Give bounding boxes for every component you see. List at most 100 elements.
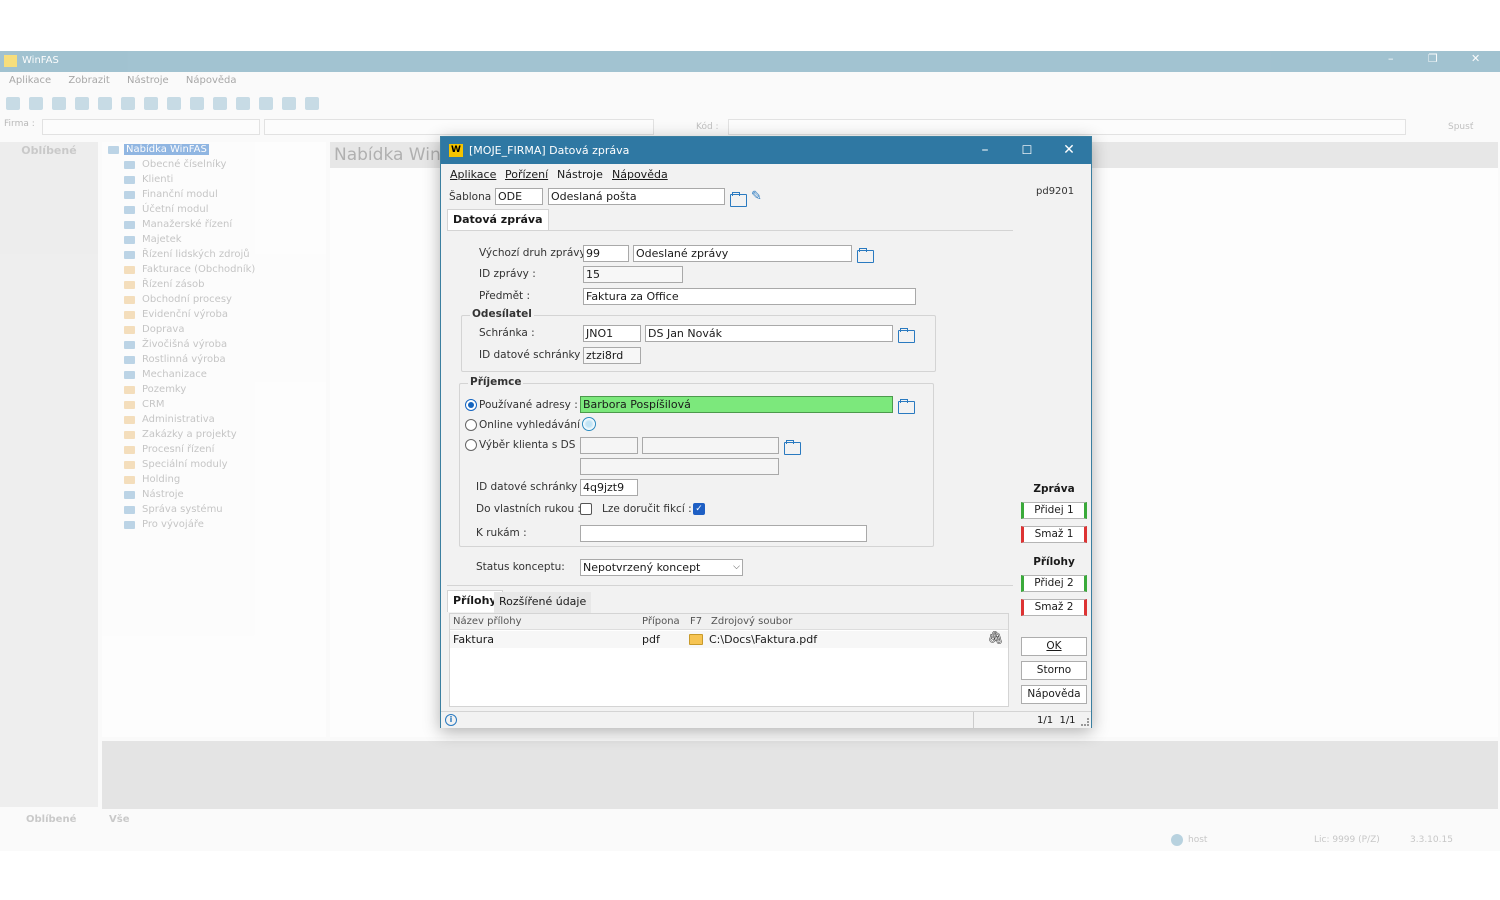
col-zdroj[interactable]: Zdrojový soubor [711,616,792,627]
pridej-zprava-button[interactable]: Přidej 1 [1021,502,1087,519]
sablona-name-input[interactable]: Odeslaná pošta [548,188,725,205]
tree-item[interactable]: Klienti [102,172,326,187]
main-restore-icon[interactable]: ❐ [1428,52,1438,65]
tree-item[interactable]: CRM [102,397,326,412]
toolbar-icon[interactable] [75,97,89,110]
tree-item[interactable]: Doprava [102,322,326,337]
tree-item[interactable]: Obchodní procesy [102,292,326,307]
main-menu-zobrazit[interactable]: Zobrazit [68,75,110,86]
main-menu-napoveda[interactable]: Nápověda [186,75,237,86]
radio-vyber-klienta[interactable] [465,439,477,451]
klient-extra-input[interactable] [580,458,779,475]
toolbar-icon[interactable] [236,97,250,110]
bottom-tab-oblibene[interactable]: Oblíbené [26,814,76,825]
bottom-tab-vse[interactable]: Vše [109,814,129,825]
storno-button[interactable]: Storno [1021,661,1087,680]
sablona-folder-icon[interactable] [730,192,747,207]
smaz-prilohy-button[interactable]: Smaž 2 [1021,599,1087,616]
tree-item[interactable]: Mechanizace [102,367,326,382]
smaz-zprava-button[interactable]: Smaž 1 [1021,526,1087,543]
vlastni-rukou-checkbox[interactable] [580,503,592,515]
main-minimize-icon[interactable]: – [1388,52,1394,65]
tree-item[interactable]: Účetní modul [102,202,326,217]
tree-item[interactable]: Manažerské řízení [102,217,326,232]
vychozi-folder-icon[interactable] [857,248,874,263]
tree-item[interactable]: Pro vývojáře [102,517,326,532]
vychozi-name-input[interactable]: Odeslané zprávy [633,245,852,262]
toolbar-icon[interactable] [144,97,158,110]
resize-grip-icon[interactable] [1081,718,1089,726]
pouzivane-adresy-input[interactable]: Barbora Pospíšilová [580,396,893,413]
tree-item[interactable]: Evidenční výroba [102,307,326,322]
tree-item[interactable]: Speciální moduly [102,457,326,472]
tab-datova-zprava[interactable]: Datová zpráva [447,209,549,231]
paperclip-icon[interactable]: 🖇 [987,631,1004,646]
tree-item[interactable]: Živočišná výroba [102,337,326,352]
info-icon[interactable]: i [445,714,457,726]
folder-open-icon[interactable] [689,634,703,645]
napoveda-button[interactable]: Nápověda [1021,685,1087,704]
tree-item[interactable]: Administrativa [102,412,326,427]
toolbar-icon[interactable] [282,97,296,110]
tree-item[interactable]: Správa systému [102,502,326,517]
pridej-prilohy-button[interactable]: Přidej 2 [1021,575,1087,592]
schranka-code-input[interactable]: JNO1 [583,325,641,342]
toolbar-icon[interactable] [29,97,43,110]
k-rukam-input[interactable] [580,525,867,542]
sablona-edit-icon[interactable]: ✎ [751,189,762,204]
toolbar-icon[interactable] [6,97,20,110]
toolbar-icon[interactable] [121,97,135,110]
prijemce-id-input[interactable]: 4q9jzt9 [580,479,638,496]
tree-item[interactable]: Finanční modul [102,187,326,202]
kod-input[interactable] [728,119,1406,135]
spust-button[interactable]: Spusť [1448,122,1473,132]
menu-napoveda[interactable]: Nápověda [612,168,668,181]
vychozi-code-input[interactable]: 99 [583,245,629,262]
toolbar-icon[interactable] [190,97,204,110]
fikce-checkbox[interactable]: ✓ [693,503,705,515]
chevron-down-icon[interactable]: ⌵ [733,560,740,575]
radio-pouzivane-adresy[interactable] [465,399,477,411]
tree-item[interactable]: Majetek [102,232,326,247]
left-tab-oblibene[interactable]: Oblíbené [0,142,98,160]
toolbar-icon[interactable] [213,97,227,110]
main-close-icon[interactable]: ✕ [1471,52,1480,65]
maximize-icon[interactable]: ☐ [1007,139,1047,161]
ok-button[interactable]: OK [1021,637,1087,656]
tree-item[interactable]: Nástroje [102,487,326,502]
schranka-name-input[interactable]: DS Jan Novák [645,325,893,342]
close-icon[interactable]: ✕ [1049,139,1089,161]
sablona-code-input[interactable]: ODE [495,188,543,205]
tree-root[interactable]: Nabídka WinFAS [102,142,326,157]
klient-name-input[interactable] [642,437,779,454]
toolbar-icon[interactable] [52,97,66,110]
radio-online-vyhledavani[interactable] [465,419,477,431]
tree-item[interactable]: Fakturace (Obchodník) [102,262,326,277]
toolbar-icon[interactable] [259,97,273,110]
col-pripona[interactable]: Přípona [642,616,680,627]
col-f7[interactable]: F7 [690,616,702,627]
tree-item[interactable]: Rostlinná výroba [102,352,326,367]
table-row[interactable]: Faktura pdf C:\Docs\Faktura.pdf 🖇 [450,631,1008,648]
tree-item[interactable]: Procesní řízení [102,442,326,457]
status-konceptu-select[interactable]: Nepotvrzený koncept ⌵ [580,559,743,576]
firma-input[interactable] [42,119,260,135]
schranka-folder-icon[interactable] [898,328,915,343]
toolbar-icon[interactable] [305,97,319,110]
main-menu-nastroje[interactable]: Nástroje [127,75,169,86]
toolbar-icon[interactable] [167,97,181,110]
id-zpravy-input[interactable]: 15 [583,266,683,283]
klient-folder-icon[interactable] [784,440,801,455]
globe-icon[interactable] [582,417,596,431]
minimize-icon[interactable]: – [965,139,1005,161]
klient-code-input[interactable] [580,437,638,454]
odesilatel-id-input[interactable]: ztzi8rd [583,347,641,364]
predmet-input[interactable]: Faktura za Office [583,288,916,305]
tree-item[interactable]: Pozemky [102,382,326,397]
menu-porizeni[interactable]: Pořízení [505,168,548,181]
tab-rozsirene-udaje[interactable]: Rozšířené údaje [494,592,592,614]
tree-item[interactable]: Řízení lidských zdrojů [102,247,326,262]
main-menu-aplikace[interactable]: Aplikace [9,75,51,86]
tree-item[interactable]: Holding [102,472,326,487]
firma-name-input[interactable] [264,119,654,135]
